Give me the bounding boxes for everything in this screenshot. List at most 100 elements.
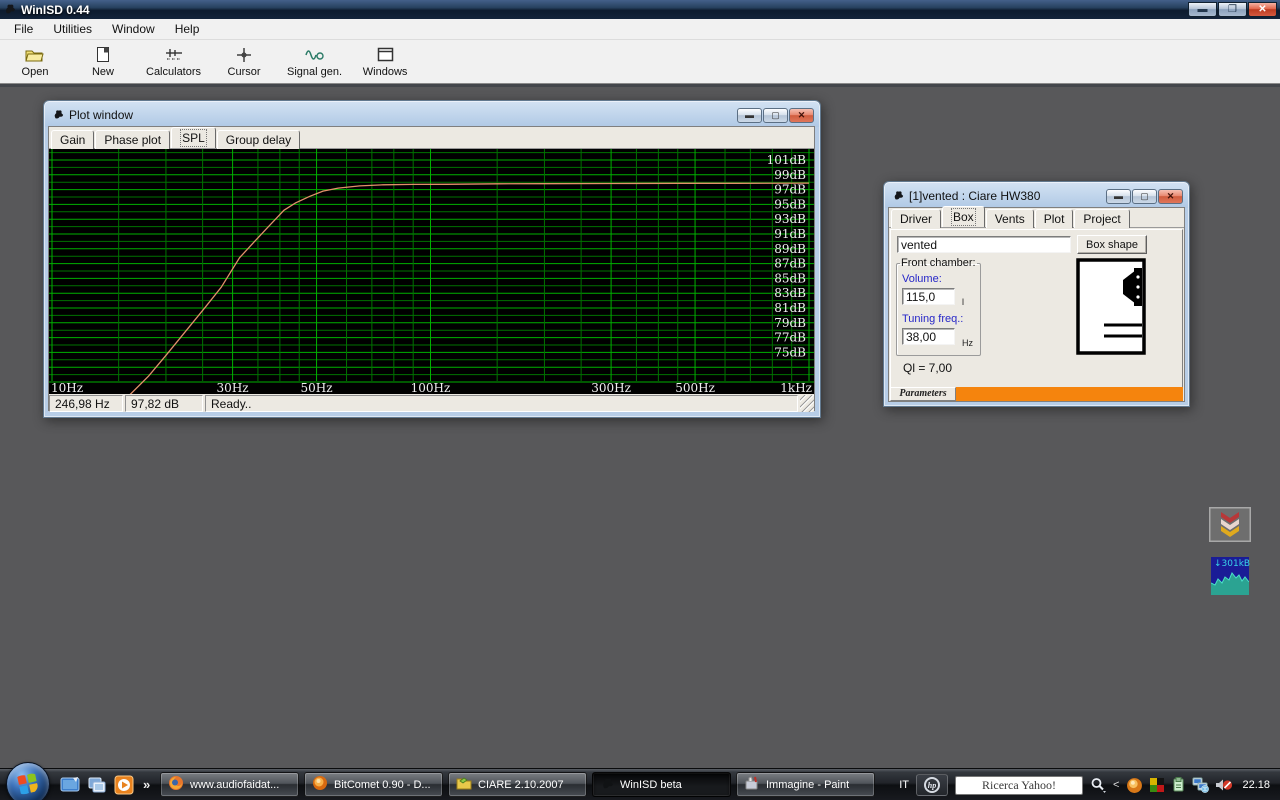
- network-icon[interactable]: [1192, 777, 1209, 793]
- vented-tabbar: Driver Box VentsPlotProject: [889, 208, 1184, 228]
- quick-launch-overflow-chevron[interactable]: »: [143, 777, 150, 792]
- toolbar-button-label: New: [92, 66, 114, 78]
- cursor-icon: [236, 46, 252, 64]
- taskbar-button-folder[interactable]: CIARE 2.10.2007: [448, 772, 587, 797]
- resize-grip[interactable]: [800, 395, 814, 412]
- winisd-icon: [600, 776, 614, 793]
- vented-maximize-button[interactable]: ▢: [1132, 189, 1157, 204]
- svg-text:81dB: 81dB: [774, 301, 806, 315]
- parameters-tab[interactable]: Parameters: [890, 387, 956, 401]
- toolbar-button-calculators[interactable]: Calculators: [146, 42, 201, 82]
- main-window-title: WinISD 0.44: [21, 3, 1188, 17]
- main-close-button[interactable]: ✕: [1248, 2, 1277, 17]
- plot-close-button[interactable]: ✕: [789, 108, 814, 123]
- vented-bottom-bar: Parameters: [890, 387, 1183, 401]
- menu-utilities[interactable]: Utilities: [43, 19, 102, 39]
- color-grid-icon[interactable]: [1149, 777, 1165, 793]
- open-folder-icon: [25, 46, 45, 64]
- switch-windows-icon[interactable]: [87, 775, 107, 795]
- yahoo-search-input[interactable]: [955, 776, 1083, 795]
- toolbar-button-label: Windows: [363, 66, 408, 78]
- menu-file[interactable]: File: [4, 19, 43, 39]
- svg-text:10Hz: 10Hz: [51, 381, 83, 394]
- quick-launch-bar: [60, 775, 134, 795]
- tab-label: Driver: [900, 212, 932, 226]
- plot-tab-phase-plot[interactable]: Phase plot: [95, 130, 170, 149]
- main-restore-button[interactable]: ❐: [1218, 2, 1247, 17]
- vented-minimize-button[interactable]: ▬: [1106, 189, 1131, 204]
- vented-close-button[interactable]: ✕: [1158, 189, 1183, 204]
- toolbar-button-windows[interactable]: Windows: [360, 42, 410, 82]
- menu-window[interactable]: Window: [102, 19, 165, 39]
- media-player-icon[interactable]: [114, 775, 134, 795]
- taskbar-button-bitcomet[interactable]: BitComet 0.90 - D...: [304, 772, 443, 797]
- vented-tab-box[interactable]: Box: [942, 206, 985, 227]
- hp-logo[interactable]: hp: [916, 774, 948, 796]
- menu-help[interactable]: Help: [165, 19, 210, 39]
- start-button[interactable]: [6, 762, 50, 800]
- main-minimize-button[interactable]: ▬: [1188, 2, 1217, 17]
- tuning-freq-field[interactable]: [902, 328, 955, 345]
- download-arrows-gadget[interactable]: [1209, 507, 1251, 545]
- toolbar-button-label: Calculators: [146, 66, 201, 78]
- vented-tab-driver[interactable]: Driver: [891, 209, 941, 228]
- plot-tab-spl[interactable]: SPL: [171, 127, 216, 148]
- box-type-field[interactable]: [897, 236, 1071, 253]
- svg-text:1kHz: 1kHz: [780, 381, 812, 394]
- front-chamber-legend: Front chamber:: [900, 257, 977, 269]
- taskbar-button-winisd[interactable]: WinISD beta: [592, 772, 731, 797]
- vented-window-icon: [892, 189, 904, 204]
- spl-plot-chart[interactable]: 101dB99dB97dB95dB93dB91dB89dB87dB85dB83d…: [49, 149, 814, 394]
- main-titlebar: WinISD 0.44 ▬ ❐ ✕: [0, 0, 1280, 19]
- plot-tab-group-delay[interactable]: Group delay: [217, 130, 300, 149]
- svg-text:101dB: 101dB: [767, 153, 807, 167]
- tray-collapse-chevron[interactable]: <: [1113, 779, 1119, 791]
- plot-window-titlebar[interactable]: Plot window ▬ ▢ ✕: [48, 104, 816, 126]
- tab-label: Box: [953, 210, 974, 224]
- svg-text:77dB: 77dB: [774, 331, 806, 345]
- volume-muted-icon[interactable]: [1215, 777, 1233, 793]
- winisd-main-window: WinISD 0.44 ▬ ❐ ✕ FileUtilitiesWindowHel…: [0, 0, 1280, 87]
- bitcomet-icon: [312, 775, 328, 794]
- search-magnifier-icon[interactable]: [1090, 777, 1106, 793]
- taskbar-button-firefox[interactable]: www.audiofaidat...: [160, 772, 299, 797]
- usb-device-icon[interactable]: [1171, 777, 1186, 793]
- menubar: FileUtilitiesWindowHelp: [0, 19, 1280, 40]
- taskbar-button-label: www.audiofaidat...: [190, 779, 279, 791]
- calculators-icon: [164, 46, 184, 64]
- toolbar-button-open[interactable]: Open: [10, 42, 60, 82]
- box-shape-drawing: [1076, 258, 1147, 358]
- status-level-readout: 97,82 dB: [125, 395, 203, 412]
- folder-icon: [456, 776, 472, 793]
- vented-tab-vents[interactable]: Vents: [986, 209, 1034, 228]
- svg-text:79dB: 79dB: [774, 316, 806, 330]
- taskbar-button-paint[interactable]: Immagine - Paint: [736, 772, 875, 797]
- tab-label: Phase plot: [104, 133, 161, 147]
- svg-text:97dB: 97dB: [774, 183, 806, 197]
- vented-tab-plot[interactable]: Plot: [1035, 209, 1074, 228]
- clock[interactable]: 22.18: [1242, 779, 1270, 791]
- toolbar-button-signal-gen-[interactable]: Signal gen.: [287, 42, 342, 82]
- plot-tab-gain[interactable]: Gain: [51, 130, 94, 149]
- volume-field[interactable]: [902, 288, 955, 305]
- show-desktop-icon[interactable]: [60, 775, 80, 795]
- toolbar-button-new[interactable]: New: [78, 42, 128, 82]
- progress-bar: [956, 387, 1183, 401]
- firefox-icon: [168, 775, 184, 794]
- language-indicator[interactable]: IT: [899, 779, 909, 791]
- traffic-graph-gadget[interactable]: ↓301kB: [1211, 557, 1249, 595]
- svg-text:99dB: 99dB: [774, 168, 806, 182]
- plot-maximize-button[interactable]: ▢: [763, 108, 788, 123]
- box-shape-button[interactable]: Box shape: [1077, 235, 1147, 254]
- box-tab-panel: Box shape Front chamber: Volume: l Tunin…: [890, 229, 1183, 389]
- toolbar-button-cursor[interactable]: Cursor: [219, 42, 269, 82]
- signal-generator-icon: [304, 46, 326, 64]
- plot-minimize-button[interactable]: ▬: [737, 108, 762, 123]
- vented-window-titlebar[interactable]: [1]vented : Ciare HW380 ▬ ▢ ✕: [888, 185, 1185, 207]
- windows-icon: [377, 46, 394, 64]
- svg-text:300Hz: 300Hz: [591, 381, 631, 394]
- taskbar-button-label: WinISD beta: [620, 779, 682, 791]
- vented-tab-project[interactable]: Project: [1074, 209, 1129, 228]
- bitcomet-tray-icon[interactable]: [1126, 777, 1143, 794]
- taskbar-button-label: BitComet 0.90 - D...: [334, 779, 431, 791]
